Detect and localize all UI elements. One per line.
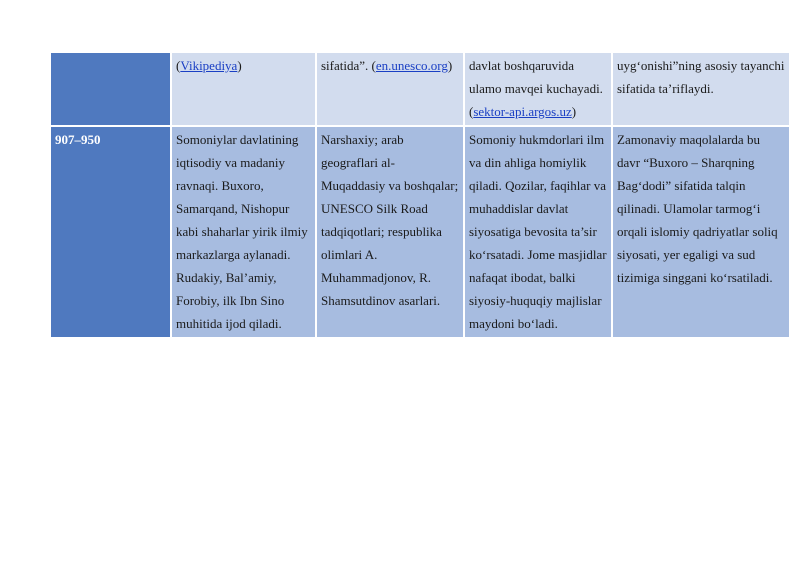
religion-politics-cell: davlat boshqaruvida ulamo mavqei kuchaya… <box>465 53 611 125</box>
unesco-link[interactable]: en.unesco.org <box>376 58 448 73</box>
events-cell: Somoniylar davlatining iqtisodiy va mada… <box>172 125 315 337</box>
text-fragment: ) <box>237 58 242 73</box>
year-cell: 907–950 <box>51 125 170 337</box>
argos-link[interactable]: sektor-api.argos.uz <box>473 104 571 119</box>
events-cell: (Vikipediya) <box>172 53 315 125</box>
wikipedia-link[interactable]: Vikipediya <box>180 58 237 73</box>
interpretation-cell: uyg‘onishi”ning asosiy tayanchi sifatida… <box>613 53 789 125</box>
text-fragment: sifatida”. ( <box>321 58 376 73</box>
table-row: (Vikipediya) sifatida”. (en.unesco.org) … <box>51 53 789 125</box>
sources-cell: Narshaxiy; arab geograflari al-Muqaddasi… <box>317 125 463 337</box>
year-cell <box>51 53 170 125</box>
history-table: (Vikipediya) sifatida”. (en.unesco.org) … <box>49 53 791 337</box>
text-fragment: ) <box>571 104 577 119</box>
sources-cell: sifatida”. (en.unesco.org) <box>317 53 463 125</box>
text-fragment: ) <box>447 58 453 73</box>
table-row: 907–950 Somoniylar davlatining iqtisodiy… <box>51 125 789 337</box>
interpretation-cell: Zamonaviy maqolalarda bu davr “Buxoro – … <box>613 125 789 337</box>
document-page: (Vikipediya) sifatida”. (en.unesco.org) … <box>0 0 800 565</box>
religion-politics-cell: Somoniy hukmdorlari ilm va din ahliga ho… <box>465 125 611 337</box>
